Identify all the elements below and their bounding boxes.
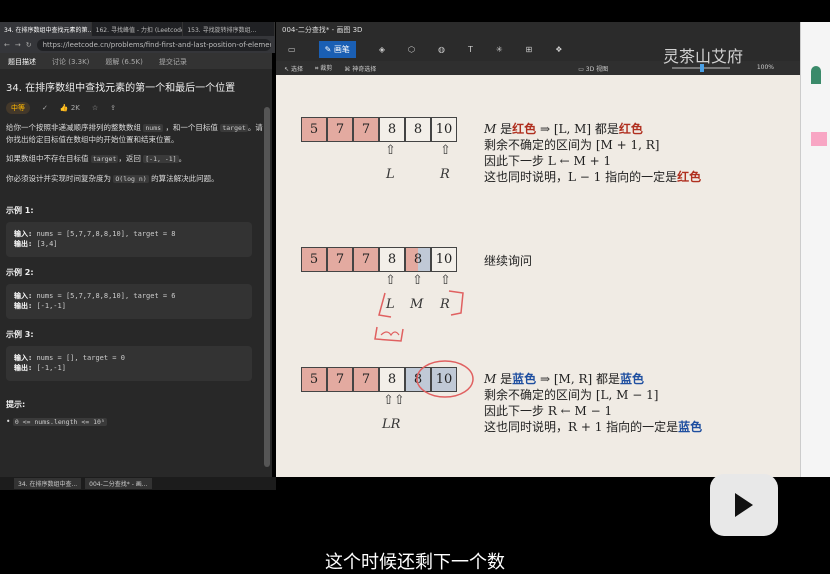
- right-sidebar: [800, 22, 830, 477]
- array-cell: 8: [379, 367, 405, 392]
- tab-description[interactable]: 题目描述: [0, 53, 44, 69]
- forward-icon[interactable]: →: [15, 41, 21, 49]
- check-icon: ✓: [42, 104, 48, 112]
- problem-title: 34. 在排序数组中查找元素的第一个和最后一个位置: [6, 83, 236, 94]
- handwritten-circle: [416, 360, 474, 398]
- problem-description: 你必须设计并实现时间复杂度为 O(log n) 的算法解决此问题。: [6, 173, 219, 183]
- problem-description: 给你一个按照非递减顺序排列的整数数组 nums ，和一个目标值 target 。请…: [6, 123, 263, 144]
- taskbar: 34. 在排序数组中查... 004-二分查找* - 画...: [0, 477, 276, 490]
- browser-tabbar: 34. 在排序数组中查找元素的第... 162. 寻找峰值 - 力扣 (Leet…: [0, 22, 276, 36]
- array-cell: 10: [431, 117, 457, 142]
- person-icon[interactable]: [811, 66, 821, 84]
- array-cell: 5: [301, 367, 327, 392]
- array-cell: 7: [353, 247, 379, 272]
- sticker-icon[interactable]: ◍: [438, 45, 445, 54]
- text-icon[interactable]: T: [468, 45, 473, 54]
- array-cell: 5: [301, 247, 327, 272]
- browser-tab[interactable]: 34. 在排序数组中查找元素的第...: [0, 22, 92, 36]
- arrow-icon: ⇧: [385, 143, 396, 158]
- array-cell: 7: [327, 117, 353, 142]
- problem-meta: 中等 ✓ 👍 2K ☆ ⇪: [6, 102, 266, 114]
- video-subtitle: 这个时候还剩下一个数: [325, 552, 505, 573]
- browser-tab[interactable]: 162. 寻找峰值 - 力扣 (Leetcode...): [92, 22, 184, 36]
- view3d-button[interactable]: ▭ 3D 视图: [578, 64, 608, 73]
- hint-item: • 0 <= nums.length <= 10⁵: [6, 416, 107, 426]
- back-icon[interactable]: ←: [4, 41, 10, 49]
- menu-icon[interactable]: ▭: [288, 45, 296, 54]
- example-box: 输入: nums = [5,7,7,8,8,10], target = 8 输出…: [6, 221, 252, 257]
- url-field[interactable]: https://leetcode.cn/problems/find-first-…: [36, 38, 271, 51]
- example-box: 输入: nums = [5,7,7,8,8,10], target = 6 输出…: [6, 283, 252, 319]
- shape3d-icon[interactable]: ⬡: [408, 45, 415, 54]
- select-button[interactable]: ↖ 选择: [284, 64, 303, 73]
- problem-description: 如果数组中不存在目标值 target ，返回 [-1, -1]。: [6, 154, 187, 163]
- share-icon[interactable]: ⇪: [110, 104, 116, 112]
- watermark: 灵茶山艾府: [663, 47, 744, 66]
- canvas-icon[interactable]: ⊞: [526, 45, 533, 54]
- like-count: 2K: [70, 104, 80, 112]
- array-cell: 7: [353, 117, 379, 142]
- array-cell: 5: [301, 117, 327, 142]
- example-box: 输入: nums = [], target = 0 输出: [-1,-1]: [6, 345, 252, 381]
- star-icon[interactable]: ☆: [92, 104, 98, 112]
- array-row: 5 7 7 8 8 10: [301, 247, 457, 272]
- bilibili-play-icon[interactable]: [710, 474, 778, 536]
- hint-title: 提示:: [6, 399, 26, 409]
- array-cell: 7: [353, 367, 379, 392]
- array-cell: 7: [327, 247, 353, 272]
- explanation-text: M 是蓝色 ⇒ [M, R] 都是蓝色 剩余不确定的区间为 [L, M − 1]…: [484, 372, 703, 434]
- array-cell: 8: [379, 117, 405, 142]
- difficulty-badge: 中等: [6, 102, 30, 114]
- library-icon[interactable]: ❖: [555, 45, 562, 54]
- taskbar-item[interactable]: 004-二分查找* - 画...: [85, 478, 152, 489]
- pointer-label: R: [440, 167, 450, 182]
- shape2d-icon[interactable]: ◈: [379, 45, 385, 54]
- leetcode-panel: 题目描述 讨论 (3.3K) 题解 (6.5K) 提交记录 34. 在排序数组中…: [0, 53, 272, 477]
- tab-submissions[interactable]: 提交记录: [151, 53, 195, 69]
- taskbar-item[interactable]: 34. 在排序数组中查...: [14, 478, 82, 489]
- tab-discuss[interactable]: 讨论 (3.3K): [44, 53, 97, 69]
- zoom-slider[interactable]: [672, 64, 730, 72]
- tab-solutions[interactable]: 题解 (6.5K): [97, 53, 150, 69]
- array-cell: 8: [405, 117, 431, 142]
- pointer-label: LR: [382, 417, 401, 432]
- array-row: 5 7 7 8 8 10: [301, 117, 457, 142]
- like-button[interactable]: 👍 2K: [60, 104, 80, 112]
- explanation-text: 继续询问: [484, 254, 533, 268]
- url-bar: ← → ↻ https://leetcode.cn/problems/find-…: [0, 36, 275, 53]
- array-cell: 8: [379, 247, 405, 272]
- array-cell: 10: [431, 247, 457, 272]
- effects-icon[interactable]: ✳: [496, 45, 503, 54]
- array-cell: 7: [327, 367, 353, 392]
- brush-tool[interactable]: ✎ 画笔: [318, 41, 356, 58]
- reload-icon[interactable]: ↻: [26, 41, 32, 49]
- crop-button[interactable]: ⌗ 裁剪: [315, 63, 332, 73]
- paint3d-window: 004-二分查找* - 画图 3D ▭ ✎ 画笔 ◈ ⬡ ◍ T ✳ ⊞ ❖ ↖…: [276, 22, 800, 477]
- zoom-level: 100%: [756, 64, 774, 71]
- example-title: 示例 1:: [6, 205, 34, 215]
- browser-tab[interactable]: 153. 寻找旋转排序数组...: [183, 22, 276, 36]
- problem-tabs: 题目描述 讨论 (3.3K) 题解 (6.5K) 提交记录: [0, 53, 272, 69]
- explanation-text: M 是红色 ⇒ [L, M] 都是红色 剩余不确定的区间为 [M + 1, R]…: [484, 122, 702, 184]
- color-swatch[interactable]: [811, 132, 827, 146]
- array-cell: 8: [405, 247, 431, 272]
- drawing-canvas[interactable]: 5 7 7 8 8 10 ⇧ ⇧ L R M 是红色 ⇒ [L, M] 都是红色…: [276, 75, 800, 477]
- handwritten-annotation: [374, 290, 464, 342]
- arrow-icon: ⇧⇧: [383, 393, 405, 408]
- example-title: 示例 2:: [6, 267, 34, 277]
- window-title: 004-二分查找* - 画图 3D: [276, 22, 800, 38]
- scrollbar[interactable]: [264, 107, 270, 467]
- pointer-label: L: [386, 167, 395, 182]
- arrow-icon: ⇧: [440, 143, 451, 158]
- magic-select-button[interactable]: ⌘ 神奇选择: [344, 64, 376, 73]
- example-title: 示例 3:: [6, 329, 34, 339]
